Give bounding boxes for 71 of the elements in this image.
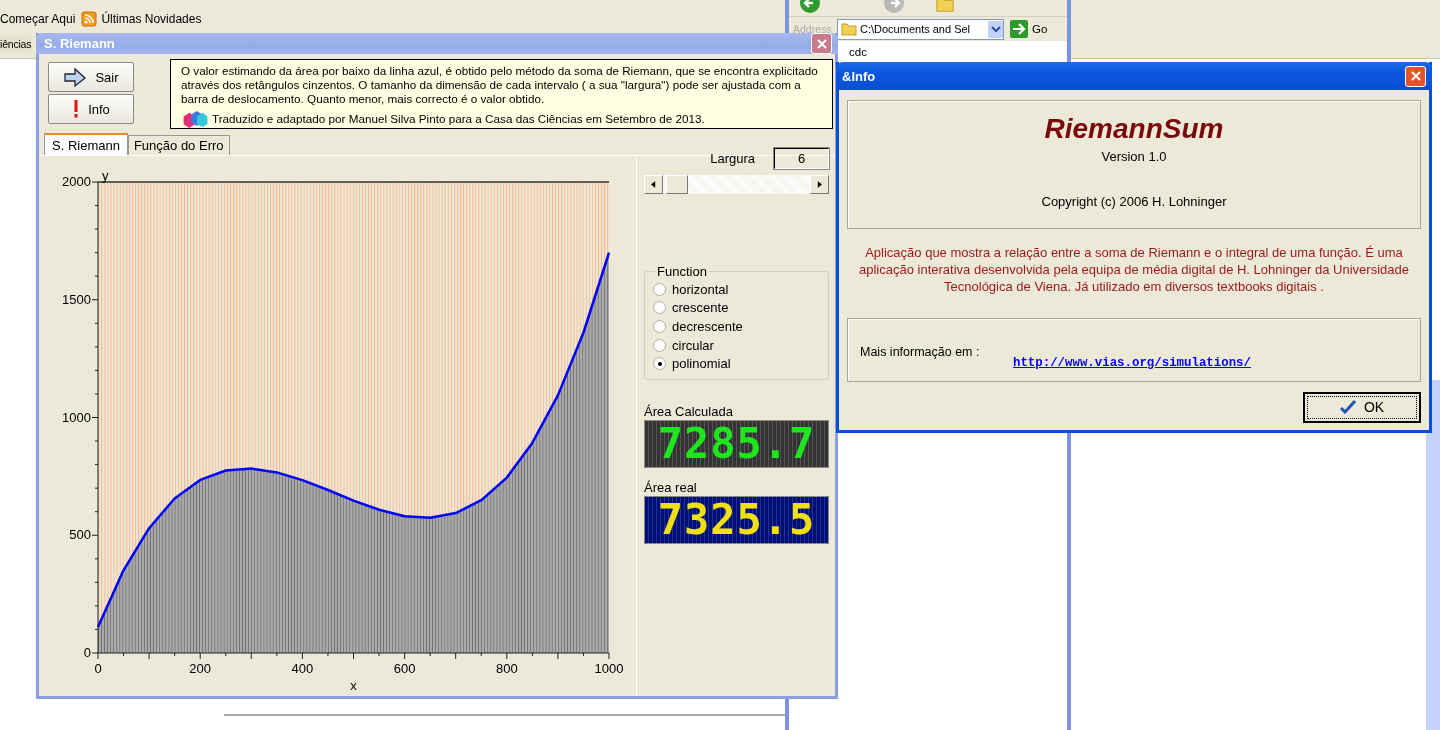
width-label: Largura: [710, 151, 755, 166]
file-item[interactable]: cdc: [849, 46, 867, 58]
radio-option[interactable]: polinomial: [653, 354, 820, 373]
radio-option[interactable]: horizontal: [653, 280, 820, 299]
more-info-label: Mais informação em :: [860, 344, 980, 359]
address-field[interactable]: C:\Documents and Sel: [837, 18, 1004, 40]
axis-tick-label: 0: [94, 661, 102, 676]
axis-tick-label: 0: [83, 645, 91, 660]
close-icon: [815, 37, 828, 50]
description-text: Aplicação que mostra a relação entre a soma de Riemann e o integral de uma função. É uma aplicação interativa desenvolvida pela equipa de média digital de H. Lohninger da Universidade Tecnológica de Viena. Já utilizado em diversos textbooks digitais .: [858, 245, 1410, 296]
axis-tick-label: 400: [291, 661, 314, 676]
exclamation-icon: [72, 99, 81, 119]
axis-tick-label: 1500: [62, 291, 91, 307]
toolbar-link[interactable]: Começar Aqui: [0, 12, 76, 26]
window-title: S. Riemann: [44, 36, 115, 51]
radio-button[interactable]: [653, 282, 666, 296]
axis-tick-label: 500: [69, 527, 91, 543]
go-button[interactable]: Go: [1008, 20, 1050, 38]
axis-label: x: [350, 678, 357, 693]
led-display: 7285.7: [644, 419, 829, 468]
tab[interactable]: S. Riemann: [44, 133, 128, 155]
axis-label: y: [102, 168, 109, 183]
right-triangle-icon: [817, 181, 822, 188]
window-title: &Info: [842, 68, 876, 84]
radio-button[interactable]: [653, 338, 666, 352]
folder-icon: [841, 22, 857, 36]
radio-option[interactable]: circular: [653, 335, 820, 355]
copyright-text: Copyright (c) 2006 H. Lohninger: [1041, 194, 1227, 209]
axis-tick-label: 1000: [62, 409, 91, 425]
tab[interactable]: Função do Erro: [127, 135, 230, 155]
toolbar-tab[interactable]: iências: [0, 36, 32, 52]
close-icon: [1409, 70, 1422, 82]
axis-tick-label: 2000: [62, 174, 91, 189]
credit-text: Traduzido e adaptado por Manuel Silva Pinto para a Casa das Ciências em Setembro de 2013.: [212, 112, 705, 126]
slider-thumb[interactable]: [666, 175, 689, 194]
right-arrow-button[interactable]: [810, 175, 829, 194]
radio-button[interactable]: [653, 320, 666, 333]
close-button[interactable]: [1405, 65, 1426, 87]
version-text: Version 1.0: [1101, 149, 1167, 164]
chevron-down-icon: [990, 24, 1001, 34]
toolbar-link[interactable]: Últimas Novidades: [101, 12, 202, 26]
info-button[interactable]: Info: [48, 94, 134, 124]
feed-icon: [81, 11, 98, 27]
ok-button[interactable]: OK: [1303, 391, 1421, 423]
cubes-logo-icon: [181, 109, 209, 129]
width-value-field: 6: [774, 148, 829, 169]
group-title: Function: [656, 264, 708, 279]
axis-tick-label: 800: [495, 661, 518, 676]
dropdown-button[interactable]: [988, 20, 1003, 38]
exit-button[interactable]: Sair: [48, 62, 134, 92]
checkmark-icon: [1339, 400, 1356, 415]
radio-option[interactable]: decrescente: [653, 317, 820, 336]
description-text: O valor estimando da área por baixo da linha azul, é obtido pelo método da soma de Riemann, que se encontra explicitado através dos retângulos cinzentos. O tamanho da dimensão de cada intervalo ( a sua "largura") pode ser ajustada com a barra de deslocamento. Quanto menor, mais correcto é o valor obtido.: [181, 64, 819, 107]
radio-button[interactable]: [653, 357, 666, 371]
axis-tick-label: 600: [393, 661, 416, 676]
close-button[interactable]: [811, 33, 832, 54]
axis-tick-label: 1000: [594, 661, 624, 676]
address-label: Address: [793, 23, 833, 35]
display-label: Área Calculada: [644, 403, 734, 419]
folder-icon[interactable]: [935, 0, 955, 14]
exit-arrow-icon: [63, 67, 88, 87]
website-link[interactable]: http://www.vias.org/simulations/: [1013, 355, 1251, 370]
radio-button[interactable]: [653, 301, 666, 315]
width-slider[interactable]: [644, 175, 829, 194]
left-arrow-button[interactable]: [644, 175, 663, 194]
axis-tick-label: 200: [189, 661, 212, 676]
radio-option[interactable]: crescente: [653, 298, 820, 318]
left-triangle-icon: [651, 181, 656, 188]
display-label: Área real: [644, 479, 698, 495]
led-display: 7325.5: [644, 495, 829, 544]
app-name: RiemannSum: [1044, 113, 1224, 145]
